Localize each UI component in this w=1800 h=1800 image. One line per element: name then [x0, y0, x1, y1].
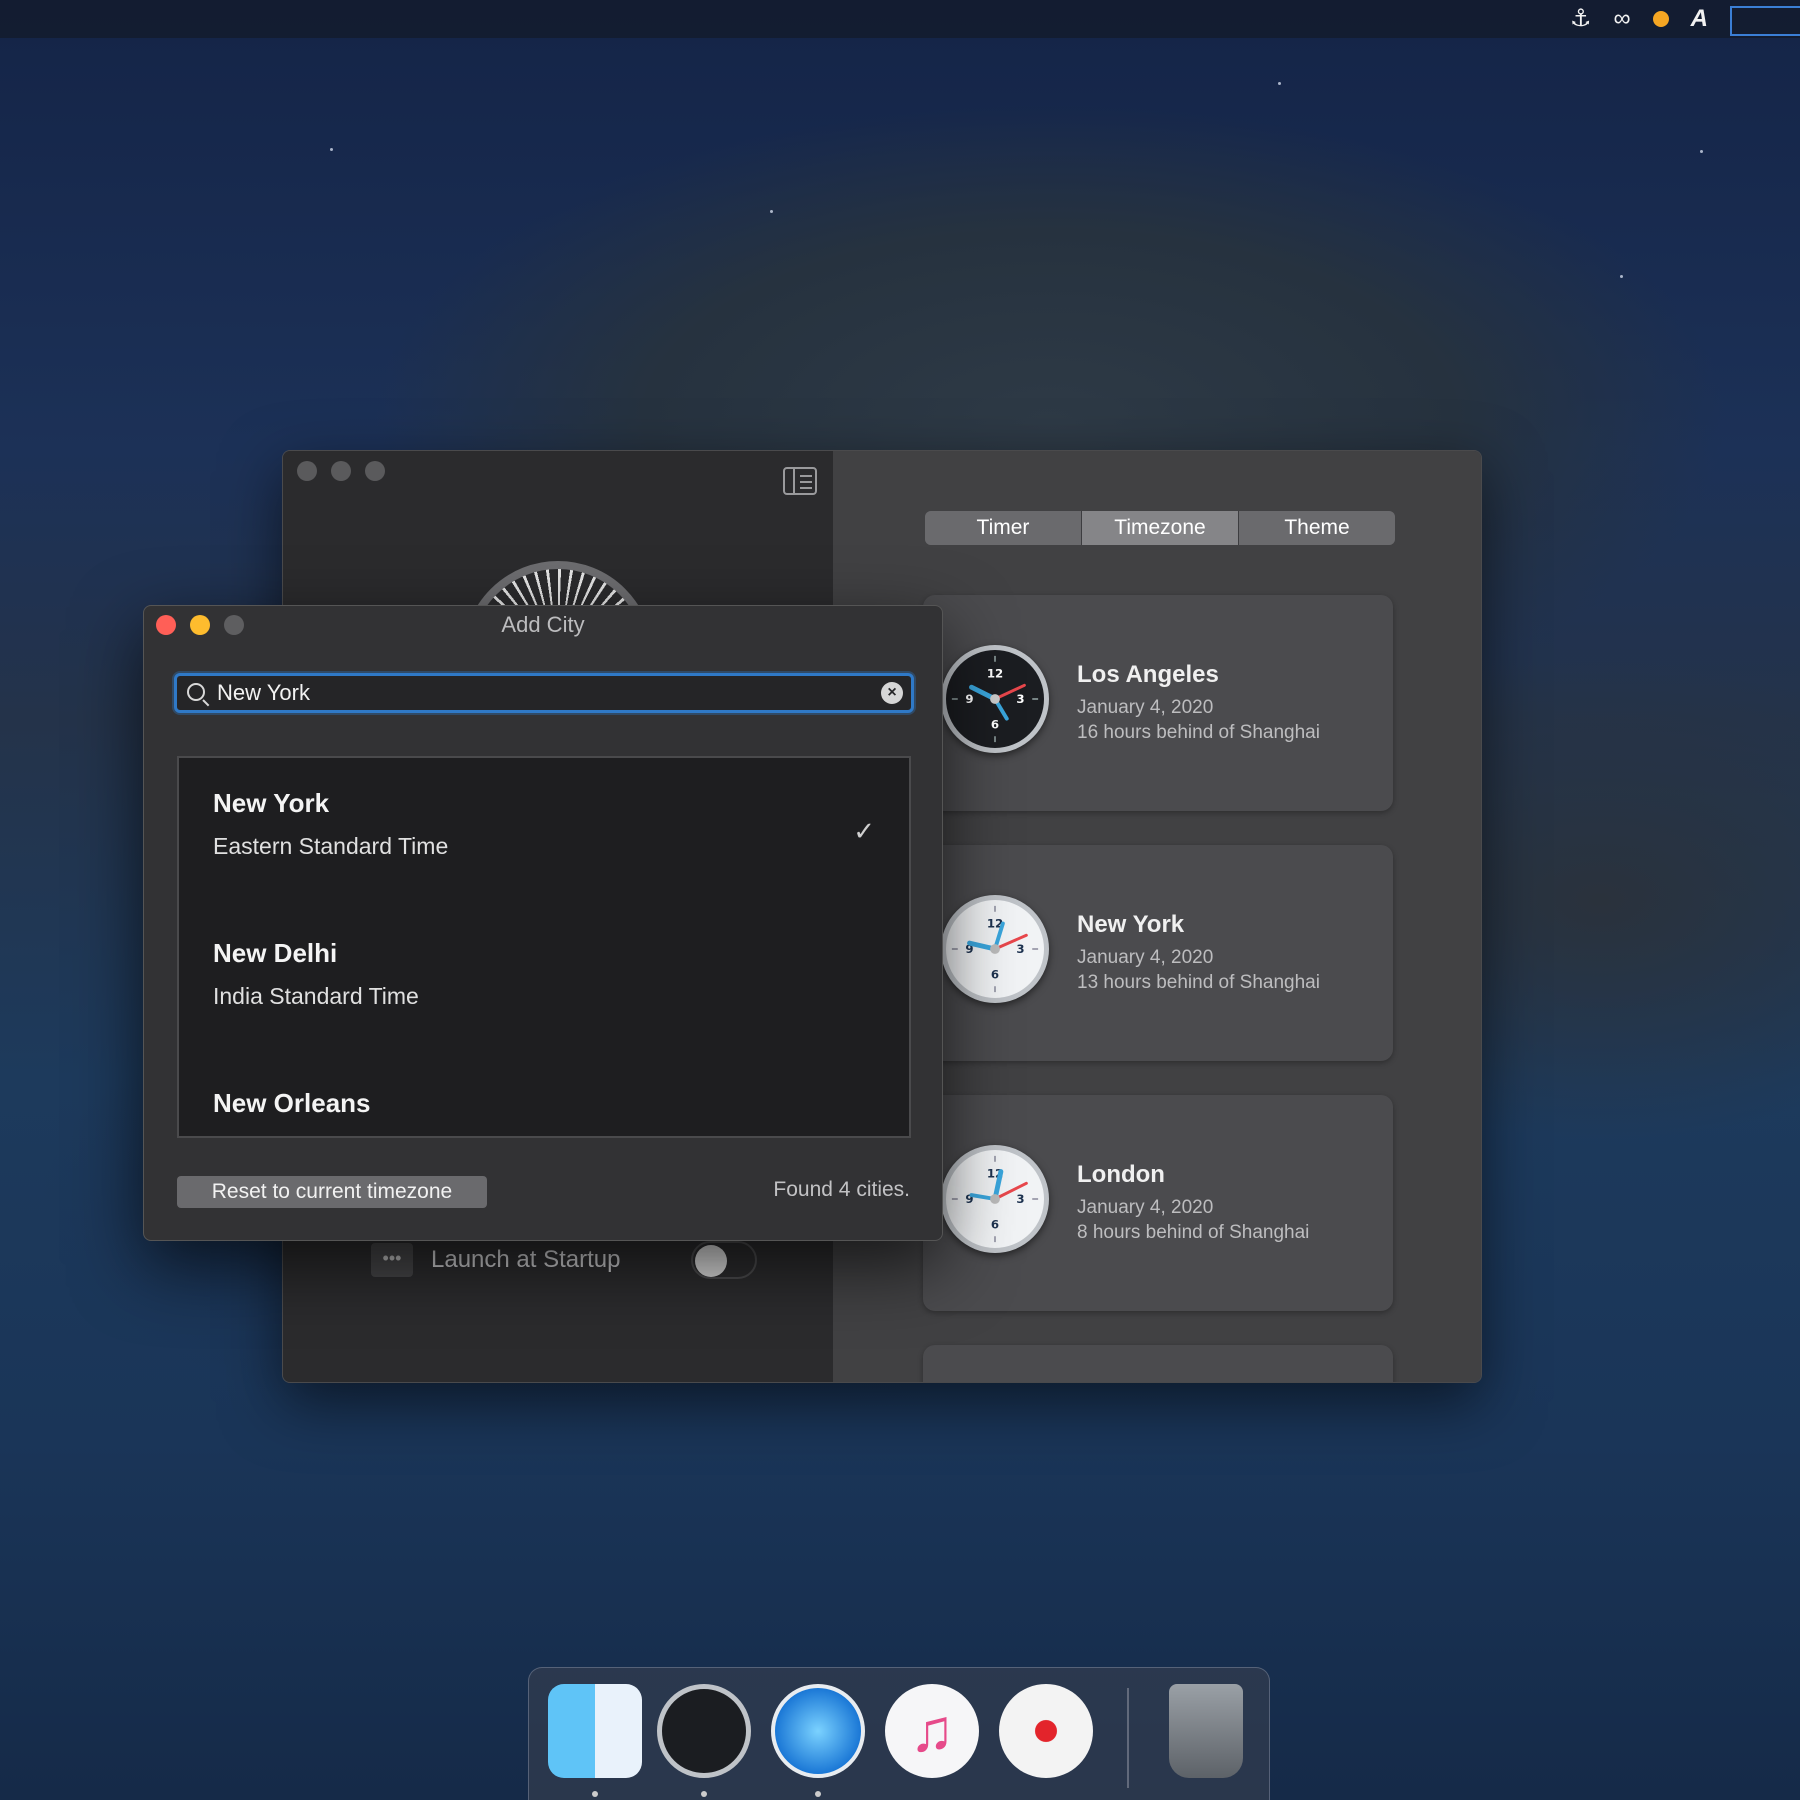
- minimize-button[interactable]: [331, 461, 351, 481]
- tab-theme[interactable]: Theme: [1239, 511, 1395, 545]
- city-card-new-york[interactable]: 12 3 6 9 New York January 4, 2020 13 hou…: [923, 845, 1393, 1061]
- docker-icon[interactable]: ⚓: [1570, 0, 1592, 38]
- result-timezone: India Standard Time: [213, 983, 419, 1009]
- dock-separator: [1127, 1688, 1129, 1788]
- star: [330, 148, 333, 151]
- search-field[interactable]: ×: [174, 673, 914, 713]
- svg-text:9: 9: [965, 692, 973, 706]
- toggle-knob: [695, 1245, 727, 1277]
- star: [1620, 275, 1623, 278]
- dock: ♫: [528, 1667, 1270, 1800]
- city-date: January 4, 2020: [1077, 697, 1214, 718]
- result-timezone: Eastern Standard Time: [213, 833, 449, 859]
- svg-text:3: 3: [1016, 1192, 1024, 1206]
- photos-icon[interactable]: [999, 1684, 1093, 1778]
- svg-text:3: 3: [1016, 942, 1024, 956]
- launch-at-startup-row: ••• Launch at Startup: [371, 1243, 620, 1277]
- running-indicator: [815, 1791, 821, 1797]
- clock-icon: 12 3 6 9: [941, 1145, 1049, 1253]
- tab-timezone[interactable]: Timezone: [1082, 511, 1239, 545]
- found-count-text: Found 4 cities.: [773, 1178, 910, 1201]
- sidebar-toggle-icon[interactable]: [783, 467, 817, 495]
- zoom-button[interactable]: [365, 461, 385, 481]
- font-icon[interactable]: A: [1691, 0, 1708, 38]
- clock-icon: 12 3 6 9: [941, 895, 1049, 1003]
- dialog-title: Add City: [501, 612, 585, 637]
- trash-icon[interactable]: [1169, 1684, 1243, 1778]
- close-button[interactable]: [297, 461, 317, 481]
- running-indicator: [701, 1791, 707, 1797]
- svg-text:6: 6: [991, 717, 999, 731]
- star: [1700, 150, 1703, 153]
- music-icon[interactable]: ♫: [885, 1684, 979, 1778]
- menu-bar: ⚓ ∞ A: [0, 0, 1800, 38]
- svg-text:6: 6: [991, 1217, 999, 1231]
- startup-icon: •••: [371, 1243, 413, 1277]
- city-date: January 4, 2020: [1077, 947, 1214, 968]
- launch-at-startup-label: Launch at Startup: [431, 1246, 621, 1273]
- svg-text:6: 6: [991, 967, 999, 981]
- clock-app-icon[interactable]: [657, 1684, 751, 1778]
- clear-icon[interactable]: ×: [881, 682, 903, 704]
- list-item[interactable]: New York Eastern Standard Time: [213, 788, 448, 860]
- window-controls: [297, 461, 385, 481]
- star: [1278, 82, 1281, 85]
- city-name: New York: [1077, 911, 1185, 938]
- clock-icon: 12 3 6 9: [941, 645, 1049, 753]
- city-card-partial[interactable]: [923, 1345, 1393, 1382]
- svg-text:12: 12: [987, 666, 1003, 680]
- input-box-icon[interactable]: [1730, 6, 1800, 36]
- tab-bar: Timer Timezone Theme: [925, 511, 1395, 545]
- result-city-name: New Delhi: [213, 938, 338, 968]
- checkmark-icon: ✓: [853, 816, 875, 846]
- finder-icon[interactable]: [548, 1684, 642, 1778]
- search-input[interactable]: [217, 676, 857, 710]
- creative-cloud-icon[interactable]: ∞: [1614, 0, 1631, 38]
- status-dot-icon[interactable]: [1652, 11, 1669, 27]
- search-icon: [187, 683, 205, 701]
- search-results-list[interactable]: New York Eastern Standard Time ✓ New Del…: [177, 756, 911, 1138]
- result-city-name: New York: [213, 788, 330, 818]
- running-indicator: [592, 1791, 598, 1797]
- svg-text:3: 3: [1016, 692, 1024, 706]
- result-city-name: New Orleans: [213, 1088, 371, 1118]
- city-offset: 13 hours behind of Shanghai: [1077, 972, 1320, 993]
- list-item[interactable]: New Delhi India Standard Time: [213, 938, 419, 1010]
- city-card-los-angeles[interactable]: 12 3 6 9 Los Angeles January 4, 2020 16 …: [923, 595, 1393, 811]
- city-offset: 16 hours behind of Shanghai: [1077, 722, 1320, 743]
- city-offset: 8 hours behind of Shanghai: [1077, 1222, 1310, 1243]
- star: [770, 210, 773, 213]
- city-name: London: [1077, 1161, 1165, 1188]
- city-date: January 4, 2020: [1077, 1197, 1214, 1218]
- launch-at-startup-toggle[interactable]: [691, 1241, 757, 1279]
- add-city-dialog: Add City × New York Eastern Standard Tim…: [143, 605, 943, 1241]
- tab-timer[interactable]: Timer: [925, 511, 1082, 545]
- city-name: Los Angeles: [1077, 661, 1219, 688]
- reset-timezone-button[interactable]: Reset to current timezone: [177, 1176, 487, 1208]
- list-item[interactable]: New Orleans: [213, 1088, 371, 1119]
- city-card-london[interactable]: 12 3 6 9 London January 4, 2020 8 hours …: [923, 1095, 1393, 1311]
- safari-icon[interactable]: [771, 1684, 865, 1778]
